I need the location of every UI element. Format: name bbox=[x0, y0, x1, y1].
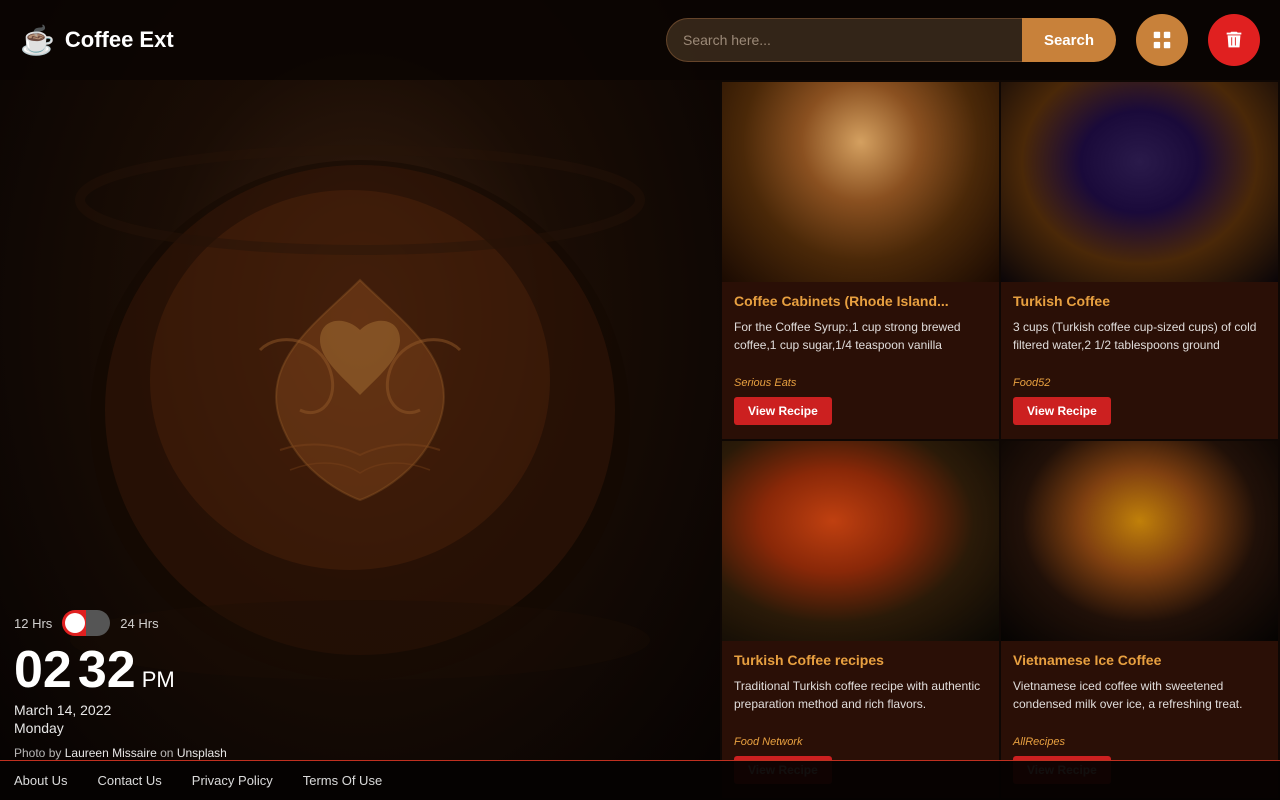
recipe-description-4: Vietnamese iced coffee with sweetened co… bbox=[1013, 677, 1266, 730]
recipe-card-4[interactable]: Vietnamese Ice Coffee Vietnamese iced co… bbox=[1001, 441, 1278, 798]
search-button[interactable]: Search bbox=[1022, 18, 1116, 62]
clock-ampm: PM bbox=[142, 667, 175, 693]
recipe-source-2: Food52 bbox=[1013, 377, 1266, 389]
gallery-button[interactable] bbox=[1136, 14, 1188, 66]
recipe-card-3[interactable]: Turkish Coffee recipes Traditional Turki… bbox=[722, 441, 999, 798]
gallery-icon bbox=[1151, 29, 1173, 51]
logo-icon: ☕ bbox=[20, 24, 55, 57]
footer-link-about-us[interactable]: About Us bbox=[14, 773, 67, 788]
clock-minutes: 32 bbox=[78, 644, 136, 696]
footer-link-contact-us[interactable]: Contact Us bbox=[97, 773, 161, 788]
clock-display: 02 32 PM bbox=[14, 644, 227, 696]
photo-platform-link[interactable]: Unsplash bbox=[177, 746, 227, 760]
recipe-description-1: For the Coffee Syrup:,1 cup strong brewe… bbox=[734, 318, 987, 371]
recipe-image-4 bbox=[1001, 441, 1278, 641]
delete-button[interactable] bbox=[1208, 14, 1260, 66]
clock-date: March 14, 2022 bbox=[14, 702, 227, 718]
footer-link-terms-of-use[interactable]: Terms Of Use bbox=[303, 773, 382, 788]
recipe-image-2 bbox=[1001, 82, 1278, 282]
recipe-card-2[interactable]: Turkish Coffee 3 cups (Turkish coffee cu… bbox=[1001, 82, 1278, 439]
header: ☕ Coffee Ext Search bbox=[0, 0, 1280, 80]
recipe-description-2: 3 cups (Turkish coffee cup-sized cups) o… bbox=[1013, 318, 1266, 371]
time-format-toggle: 12 Hrs 24 Hrs bbox=[14, 610, 227, 636]
recipe-title-2: Turkish Coffee bbox=[1013, 292, 1266, 310]
photographer-link[interactable]: Laureen Missaire bbox=[65, 746, 157, 760]
logo-text: Coffee Ext bbox=[65, 27, 174, 53]
recipe-title-1: Coffee Cabinets (Rhode Island... bbox=[734, 292, 987, 310]
recipe-image-1 bbox=[722, 82, 999, 282]
clock-hours: 02 bbox=[14, 644, 72, 696]
recipe-grid: Coffee Cabinets (Rhode Island... For the… bbox=[720, 80, 1280, 800]
left-panel: 12 Hrs 24 Hrs 02 32 PM March 14, 2022 Mo… bbox=[14, 610, 227, 760]
clock-day: Monday bbox=[14, 720, 227, 736]
recipe-image-3 bbox=[722, 441, 999, 641]
footer: About Us Contact Us Privacy Policy Terms Of… bbox=[0, 760, 1280, 800]
delete-icon bbox=[1223, 29, 1245, 51]
search-input[interactable] bbox=[666, 18, 1022, 62]
recipe-body-1: Coffee Cabinets (Rhode Island... For the… bbox=[722, 282, 999, 439]
recipe-source-1: Serious Eats bbox=[734, 377, 987, 389]
search-container: Search bbox=[666, 18, 1116, 62]
view-recipe-button-1[interactable]: View Recipe bbox=[734, 397, 832, 425]
recipe-card-1[interactable]: Coffee Cabinets (Rhode Island... For the… bbox=[722, 82, 999, 439]
toggle-24hr-label: 24 Hrs bbox=[120, 616, 158, 631]
recipe-title-3: Turkish Coffee recipes bbox=[734, 651, 987, 669]
recipe-description-3: Traditional Turkish coffee recipe with a… bbox=[734, 677, 987, 730]
recipe-source-3: Food Network bbox=[734, 736, 987, 748]
toggle-switch[interactable] bbox=[62, 610, 110, 636]
footer-link-privacy-policy[interactable]: Privacy Policy bbox=[192, 773, 273, 788]
photo-credit: Photo by Laureen Missaire on Unsplash bbox=[14, 746, 227, 760]
recipe-source-4: AllRecipes bbox=[1013, 736, 1266, 748]
recipe-title-4: Vietnamese Ice Coffee bbox=[1013, 651, 1266, 669]
view-recipe-button-2[interactable]: View Recipe bbox=[1013, 397, 1111, 425]
recipe-body-2: Turkish Coffee 3 cups (Turkish coffee cu… bbox=[1001, 282, 1278, 439]
logo-area: ☕ Coffee Ext bbox=[20, 24, 174, 57]
toggle-12hr-label: 12 Hrs bbox=[14, 616, 52, 631]
photo-credit-prefix: Photo by bbox=[14, 746, 61, 760]
toggle-knob bbox=[65, 613, 85, 633]
